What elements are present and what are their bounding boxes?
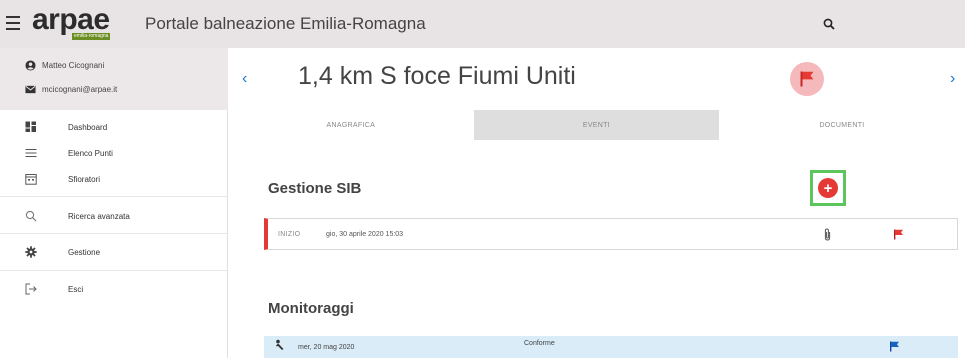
sidebar: Matteo Cicognani mcicognani@arpae.it Das… (0, 48, 228, 358)
event-type-tag: INIZIO (278, 230, 301, 238)
sidebar-item-label: Elenco Punti (68, 148, 113, 158)
logo-text: arpae (32, 3, 110, 36)
next-point-button[interactable]: › (950, 70, 955, 88)
tab-eventi[interactable]: EVENTI (473, 110, 720, 140)
sidebar-divider (0, 233, 228, 234)
tab-anagrafica[interactable]: ANAGRAFICA (228, 110, 474, 140)
header-search-button[interactable] (800, 10, 858, 38)
hamburger-menu-icon[interactable] (6, 16, 20, 30)
sidebar-item-gestione[interactable]: Gestione (0, 239, 228, 265)
account-circle-icon (25, 60, 36, 71)
gear-icon (25, 246, 37, 258)
search-icon (823, 18, 835, 30)
user-email-row: mcicognani@arpae.it (25, 84, 117, 95)
tab-bar: ANAGRAFICA EVENTI DOCUMENTI (228, 110, 965, 140)
user-info-panel: Matteo Cicognani mcicognani@arpae.it (0, 48, 228, 110)
top-app-bar: arpae emilia-romagna Portale balneazione… (0, 0, 965, 48)
blue-flag-icon (890, 341, 899, 352)
monitoraggio-status: Conforme (524, 340, 555, 347)
sidebar-divider (0, 196, 228, 197)
arpae-logo[interactable]: arpae emilia-romagna (32, 3, 132, 43)
sidebar-item-label: Sfioratori (68, 174, 101, 184)
logo-subtitle: emilia-romagna (72, 33, 111, 40)
red-flag-icon (800, 71, 814, 87)
sidebar-item-sfioratori[interactable]: Sfioratori (0, 166, 228, 192)
point-header: ‹ 1,4 km S foce Fiumi Uniti › (228, 48, 965, 110)
list-icon (25, 149, 37, 157)
monitoraggio-row[interactable]: mer, 20 mag 2020 Conforme (264, 336, 958, 358)
user-name: Matteo Cicognani (42, 61, 105, 70)
swimmer-icon (276, 339, 284, 350)
search-icon (25, 210, 37, 222)
calendar-icon (25, 174, 37, 185)
sidebar-item-elenco-punti[interactable]: Elenco Punti (0, 140, 228, 166)
sidebar-item-label: Ricerca avanzata (68, 211, 130, 221)
monitoraggi-title: Monitoraggi (268, 300, 354, 317)
sidebar-item-dashboard[interactable]: Dashboard (0, 114, 228, 140)
eventi-panel: Gestione SIB + INIZIO gio, 30 aprile 202… (228, 140, 965, 358)
app-title: Portale balneazione Emilia-Romagna (145, 14, 426, 33)
previous-point-button[interactable]: ‹ (242, 70, 247, 88)
add-event-highlight: + (810, 170, 846, 206)
point-title: 1,4 km S foce Fiumi Uniti (298, 62, 576, 90)
sidebar-item-esci[interactable]: Esci (0, 276, 228, 302)
point-status-badge (790, 62, 824, 96)
main-content: ‹ 1,4 km S foce Fiumi Uniti › ANAGRAFICA… (228, 48, 965, 358)
paperclip-icon[interactable] (823, 228, 832, 241)
gestione-sib-title: Gestione SIB (268, 180, 362, 197)
sidebar-item-label: Dashboard (68, 122, 108, 132)
user-name-row: Matteo Cicognani (25, 60, 104, 71)
red-flag-icon (894, 229, 903, 240)
sidebar-divider (0, 270, 228, 271)
mail-icon (25, 85, 36, 94)
add-event-button[interactable]: + (818, 178, 838, 198)
event-date: gio, 30 aprile 2020 15:03 (326, 230, 404, 238)
logout-icon (25, 283, 37, 295)
sidebar-item-ricerca-avanzata[interactable]: Ricerca avanzata (0, 203, 228, 229)
sib-event-row[interactable]: INIZIO gio, 30 aprile 2020 15:03 (264, 218, 958, 250)
sidebar-item-label: Esci (68, 284, 84, 294)
monitoraggio-date: mer, 20 mag 2020 (298, 344, 355, 351)
sidebar-item-label: Gestione (68, 247, 101, 257)
dashboard-icon (25, 121, 36, 132)
tab-documenti[interactable]: DOCUMENTI (719, 110, 965, 140)
user-email: mcicognani@arpae.it (42, 85, 118, 94)
